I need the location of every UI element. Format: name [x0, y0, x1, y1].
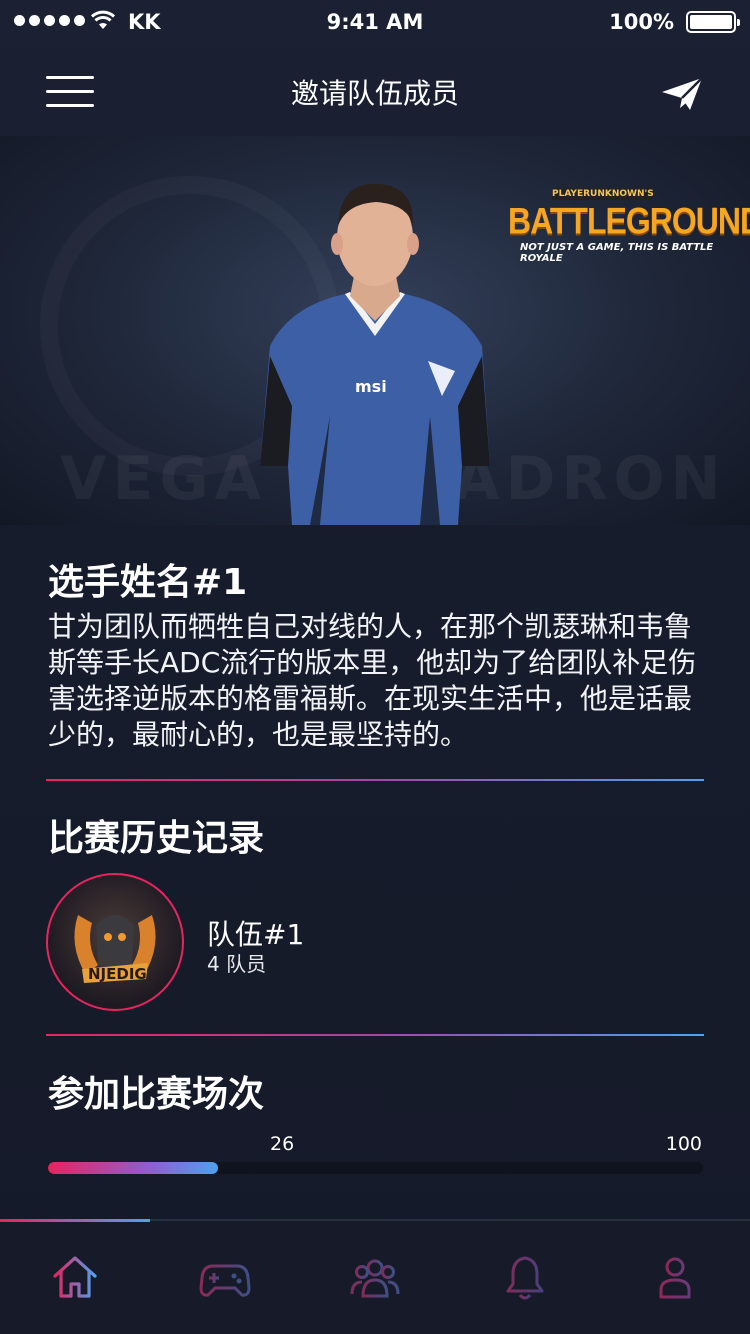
section-divider	[46, 779, 704, 781]
progress-bar	[48, 1162, 703, 1174]
team-name[interactable]: 队伍#1	[207, 913, 304, 953]
active-tab-indicator	[0, 1219, 150, 1222]
tab-notifications[interactable]	[493, 1249, 557, 1305]
paper-plane-icon[interactable]	[660, 76, 704, 112]
game-logo-tagline: NOT JUST A GAME, THIS IS BATTLE ROYALE	[520, 242, 714, 264]
player-name: 选手姓名#1	[48, 562, 248, 603]
tab-games[interactable]	[193, 1249, 257, 1305]
player-photo: msi	[260, 183, 490, 525]
home-icon	[53, 1256, 97, 1298]
tab-profile[interactable]	[643, 1249, 707, 1305]
player-description: 甘为团队而牺牲自己对线的人，在那个凯瑟琳和韦鲁斯等手长ADC流行的版本里，他却为…	[48, 610, 697, 751]
team-avatar[interactable]: NJEDIG	[46, 873, 184, 1011]
game-logo: BATTLEGROUNDS	[508, 200, 750, 242]
jersey-sponsor-text: msi	[355, 377, 387, 396]
gamepad-icon	[199, 1264, 251, 1297]
progress-max-value: 100	[665, 1133, 702, 1155]
matches-joined-title: 参加比赛场次	[48, 1074, 265, 1115]
team-logo-icon: NJEDIG	[74, 915, 156, 983]
progress-bar-fill	[48, 1162, 219, 1174]
battery-percent: 100%	[609, 10, 674, 34]
team-member-count: 4 队员	[207, 952, 267, 976]
nav-bar: 邀请队伍成员	[0, 44, 750, 136]
progress-current-value: 26	[270, 1133, 295, 1155]
app-screen: KK 9:41 AM 100% 邀请队伍成员 VEGA SQUADRON msi…	[0, 0, 750, 1334]
hero-banner: VEGA SQUADRON msi PLAYERUNKNOWN'S BATTLE…	[0, 136, 750, 525]
tab-home[interactable]	[43, 1249, 107, 1305]
team-icon	[350, 1259, 400, 1298]
bell-icon	[506, 1256, 544, 1300]
status-bar: KK 9:41 AM 100%	[0, 0, 750, 44]
match-history-title: 比赛历史记录	[48, 818, 265, 859]
section-divider	[46, 1034, 704, 1036]
profile-icon	[659, 1257, 691, 1299]
page-title: 邀请队伍成员	[290, 77, 459, 110]
tab-bar	[0, 1219, 750, 1334]
game-logo-top: PLAYERUNKNOWN'S	[552, 188, 654, 200]
battery-icon	[686, 11, 740, 33]
team-logo-text: NJEDIG	[88, 965, 147, 983]
tab-team[interactable]	[343, 1249, 407, 1305]
